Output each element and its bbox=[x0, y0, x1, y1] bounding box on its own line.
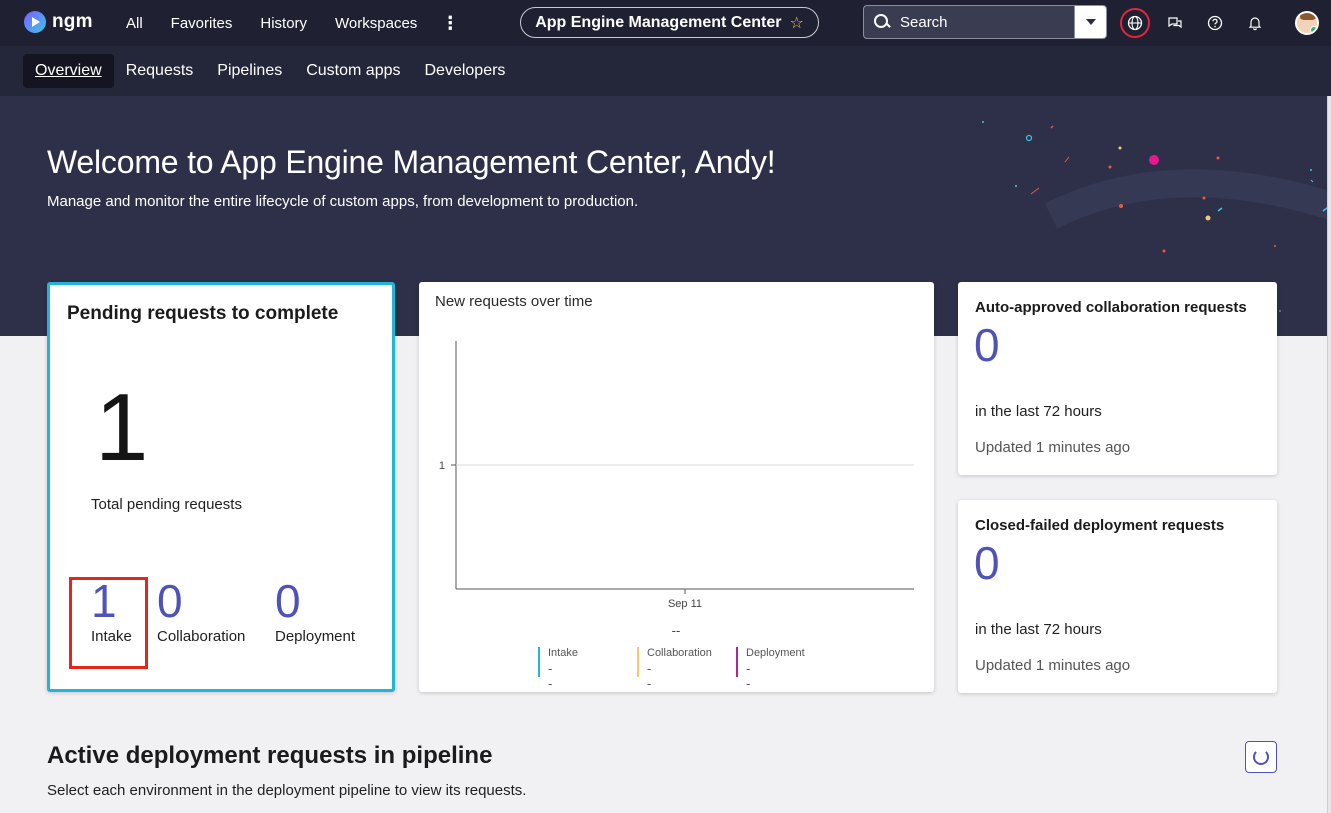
auto-approved-count: 0 bbox=[974, 319, 1000, 371]
closed-failed-count: 0 bbox=[974, 537, 1000, 589]
intake-stat[interactable]: 1 Intake bbox=[91, 578, 132, 645]
auto-approved-card[interactable]: Auto-approved collaboration requests 0 i… bbox=[958, 282, 1277, 475]
closed-failed-card[interactable]: Closed-failed deployment requests 0 in t… bbox=[958, 500, 1277, 693]
chat-icon[interactable] bbox=[1160, 8, 1190, 38]
search-input[interactable]: Search bbox=[900, 14, 1074, 31]
active-deployment-title: Active deployment requests in pipeline bbox=[47, 742, 493, 769]
nav-all[interactable]: All bbox=[112, 15, 157, 32]
total-pending-label: Total pending requests bbox=[91, 496, 242, 513]
nav-history[interactable]: History bbox=[246, 15, 321, 32]
legend-value: -- bbox=[647, 661, 652, 691]
page-scrollbar[interactable] bbox=[1327, 96, 1331, 813]
auto-approved-period: in the last 72 hours bbox=[975, 403, 1102, 420]
page-title-pill[interactable]: App Engine Management Center ☆ bbox=[520, 7, 819, 38]
intake-count: 1 bbox=[91, 575, 117, 627]
nav-favorites[interactable]: Favorites bbox=[157, 15, 247, 32]
global-search[interactable]: Search bbox=[863, 5, 1107, 39]
legend-value: -- bbox=[746, 661, 751, 691]
help-icon[interactable] bbox=[1200, 8, 1230, 38]
deployment-count: 0 bbox=[275, 575, 301, 627]
closed-failed-updated: Updated 1 minutes ago bbox=[975, 657, 1131, 674]
app-logo[interactable]: ngm bbox=[24, 11, 93, 33]
globe-icon[interactable] bbox=[1120, 8, 1150, 38]
collaboration-count: 0 bbox=[157, 575, 183, 627]
legend-swatch bbox=[736, 647, 738, 677]
collaboration-stat[interactable]: 0 Collaboration bbox=[157, 578, 245, 645]
more-menu-icon[interactable]: ⋮ bbox=[431, 13, 469, 34]
intake-label: Intake bbox=[91, 628, 132, 645]
x-tick-label-sep11: Sep 11 bbox=[668, 598, 702, 610]
legend-name: Intake bbox=[548, 647, 578, 659]
search-scope-dropdown[interactable] bbox=[1074, 6, 1106, 38]
welcome-subtitle: Manage and monitor the entire lifecycle … bbox=[47, 193, 639, 210]
requests-chart: 1 Sep 11 -- bbox=[439, 341, 914, 638]
deployment-stat[interactable]: 0 Deployment bbox=[275, 578, 355, 645]
collaboration-label: Collaboration bbox=[157, 628, 246, 645]
tab-overview[interactable]: Overview bbox=[23, 54, 114, 88]
star-icon[interactable]: ☆ bbox=[789, 13, 803, 33]
top-bar: ngm All Favorites History Workspaces ⋮ A… bbox=[0, 0, 1331, 46]
tab-developers[interactable]: Developers bbox=[412, 54, 517, 88]
top-nav: All Favorites History Workspaces ⋮ bbox=[112, 0, 469, 46]
online-status-dot bbox=[1310, 26, 1317, 33]
total-pending-count: 1 bbox=[95, 374, 149, 481]
closed-failed-title: Closed-failed deployment requests bbox=[975, 517, 1225, 534]
logo-text: ngm bbox=[52, 11, 93, 32]
refresh-icon[interactable] bbox=[1245, 741, 1277, 773]
logo-icon bbox=[24, 11, 46, 33]
deployment-label: Deployment bbox=[275, 628, 356, 645]
y-tick-label-1: 1 bbox=[439, 460, 445, 472]
sub-nav: Overview Requests Pipelines Custom apps … bbox=[0, 46, 1331, 96]
active-deployment-subtitle: Select each environment in the deploymen… bbox=[47, 782, 527, 799]
auto-approved-title: Auto-approved collaboration requests bbox=[975, 299, 1247, 316]
tab-requests[interactable]: Requests bbox=[114, 54, 206, 88]
bell-icon[interactable] bbox=[1240, 8, 1270, 38]
legend-swatch bbox=[538, 647, 540, 677]
welcome-title: Welcome to App Engine Management Center,… bbox=[47, 144, 776, 180]
legend-swatch bbox=[637, 647, 639, 677]
tab-pipelines[interactable]: Pipelines bbox=[205, 54, 294, 88]
new-requests-chart-card: New requests over time 1 Sep 11 -- Intak… bbox=[419, 282, 934, 692]
pending-requests-card[interactable]: Pending requests to complete 1 Total pen… bbox=[47, 282, 395, 692]
legend-value: -- bbox=[548, 661, 553, 691]
legend-name: Deployment bbox=[746, 647, 805, 659]
tab-custom-apps[interactable]: Custom apps bbox=[294, 54, 412, 88]
auto-approved-updated: Updated 1 minutes ago bbox=[975, 439, 1131, 456]
legend-name: Collaboration bbox=[647, 647, 712, 659]
chart-summary-value: -- bbox=[672, 623, 681, 638]
search-icon bbox=[874, 14, 890, 30]
page-title: App Engine Management Center bbox=[535, 13, 782, 31]
closed-failed-period: in the last 72 hours bbox=[975, 621, 1102, 638]
nav-workspaces[interactable]: Workspaces bbox=[321, 15, 431, 32]
avatar[interactable] bbox=[1295, 11, 1319, 35]
pending-card-title: Pending requests to complete bbox=[67, 303, 339, 324]
